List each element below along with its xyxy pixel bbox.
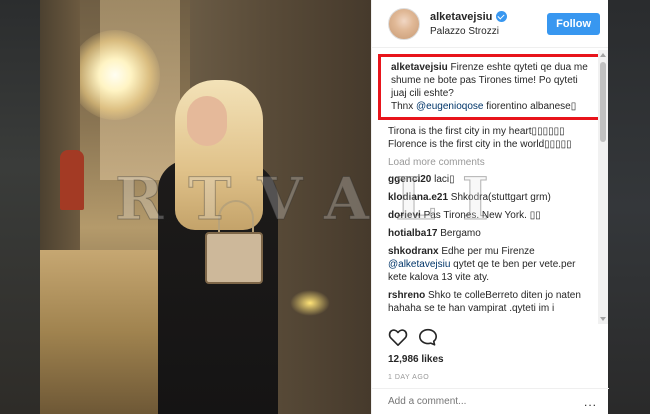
comment-username[interactable]: rshreno (388, 290, 425, 301)
scroll-down-arrow-icon[interactable] (600, 317, 606, 321)
heart-icon[interactable] (388, 328, 408, 351)
comment-text: Pas Tirones. New York. ▯▯ (420, 210, 541, 221)
header-text: alketavejsiu Palazzo Strozzi (430, 11, 547, 37)
photo-lamp-glow (290, 290, 330, 316)
more-options-icon[interactable]: ... (584, 395, 597, 409)
comment-item: shkodranx Edhe per mu Firenze @alketavej… (388, 245, 597, 284)
follow-button[interactable]: Follow (547, 12, 600, 35)
avatar[interactable] (388, 7, 420, 40)
caption-thnx: Thnx (391, 101, 417, 112)
photo-bag-chain (218, 200, 254, 236)
comments-list: alketavejsiu Firenze eshte qyteti qe dua… (372, 48, 609, 326)
comment-item: ggenci20 laci▯ (388, 173, 597, 186)
photo-passerby (60, 150, 84, 210)
comment-icon[interactable] (418, 328, 438, 351)
caption-mention[interactable]: @eugenioqose (416, 101, 483, 112)
comment-username[interactable]: shkodranx (388, 246, 439, 257)
comment-text: Bergamo (437, 228, 481, 239)
comment-text: laci▯ (431, 174, 455, 185)
comment-text: Shkodra(stuttgart grm) (448, 192, 551, 203)
likes-count[interactable]: 12,986 likes (388, 354, 444, 365)
comment-username[interactable]: hotialba17 (388, 228, 437, 239)
caption-highlight: alketavejsiu Firenze eshte qyteti qe dua… (378, 54, 603, 120)
comment-item: rshreno Shko te colleBerreto diten jo na… (388, 289, 597, 315)
post-timestamp[interactable]: 1 DAY AGO (388, 374, 429, 381)
post-header: alketavejsiu Palazzo Strozzi Follow (372, 0, 608, 48)
scroll-up-arrow-icon[interactable] (600, 53, 606, 57)
header-username[interactable]: alketavejsiu (430, 11, 492, 23)
add-comment-input[interactable] (388, 396, 584, 407)
comment-item: hotialba17 Bergamo (388, 227, 597, 240)
action-bar (388, 328, 438, 351)
header-username-row: alketavejsiu (430, 11, 547, 23)
photo-sunlight (70, 30, 160, 120)
scrollbar-thumb[interactable] (600, 62, 606, 142)
comment-item: klodiana.e21 Shkodra(stuttgart grm) (388, 191, 597, 204)
caption-line2: Tirona is the first city in my heart▯▯▯▯… (388, 126, 565, 137)
caption-end: fiorentino albanese▯ (483, 101, 577, 112)
photo-woman-face (187, 96, 227, 146)
caption-line3: Florence is the first city in the world▯… (388, 139, 572, 150)
post-photo[interactable] (40, 0, 371, 414)
header-location[interactable]: Palazzo Strozzi (430, 26, 547, 37)
post-side-panel: alketavejsiu Palazzo Strozzi Follow alke… (371, 0, 609, 414)
comment-item: dorievi Pas Tirones. New York. ▯▯ (388, 209, 597, 222)
comment-username[interactable]: ggenci20 (388, 174, 431, 185)
comment-text: Edhe per mu Firenze (438, 246, 535, 257)
comment-mention[interactable]: @alketavejsiu (388, 259, 450, 270)
caption-main: alketavejsiu Firenze eshte qyteti qe dua… (391, 61, 594, 113)
load-more-comments[interactable]: Load more comments (388, 157, 597, 168)
photo-left-building (40, 0, 80, 260)
comments-scrollbar[interactable] (598, 50, 608, 324)
verified-badge-icon (496, 11, 508, 22)
comment-username[interactable]: dorievi (388, 210, 421, 221)
backdrop-left-blur (0, 0, 40, 414)
caption-username[interactable]: alketavejsiu (391, 62, 448, 73)
add-comment-bar: ... (372, 388, 609, 414)
backdrop-right-blur (608, 0, 650, 414)
comment-username[interactable]: klodiana.e21 (388, 192, 448, 203)
photo-handbag (205, 232, 263, 284)
